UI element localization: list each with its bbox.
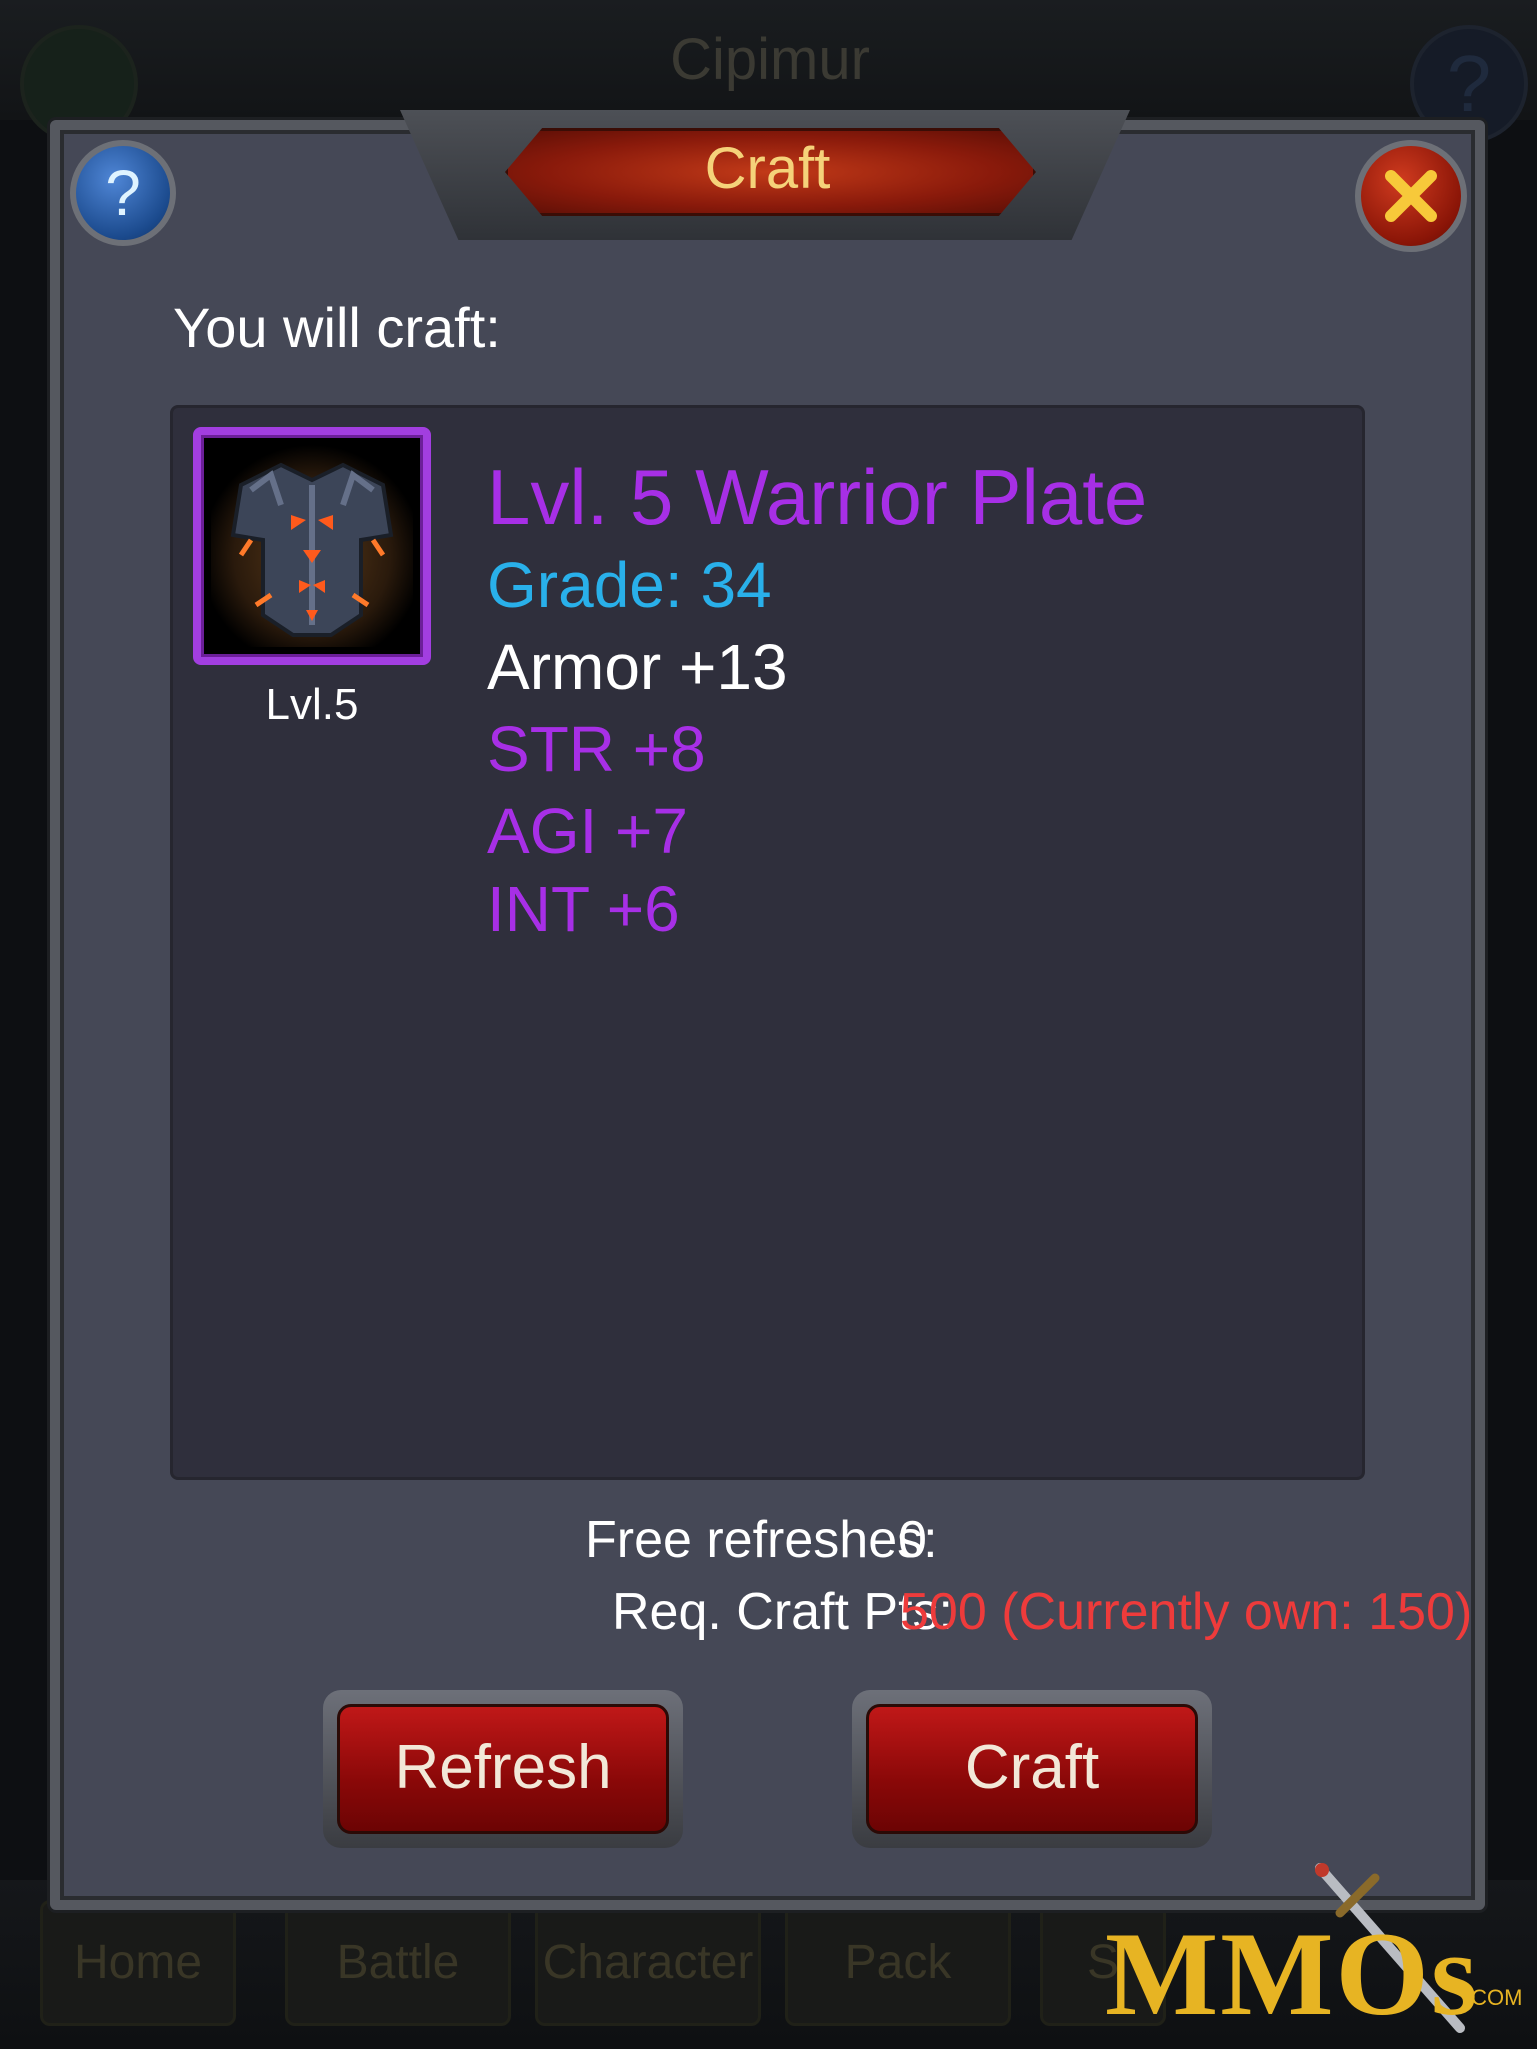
craft-heading: You will craft: [173, 296, 501, 359]
item-level-label: Lvl.5 [265, 680, 359, 729]
item-name: Lvl. 5 Warrior Plate [487, 453, 1148, 541]
req-craft-pts-value: 500 (Currently own: 150) [900, 1583, 1473, 1641]
warrior-plate-armor-icon [211, 445, 413, 647]
help-button[interactable]: ? [70, 140, 176, 246]
mmos-logo-suffix: .COM [1465, 1985, 1523, 2010]
stat-agi: AGI +7 [487, 795, 688, 867]
close-icon [1385, 170, 1437, 222]
nav-pack: Pack [785, 1900, 1011, 2026]
stat-str: STR +8 [487, 713, 706, 785]
item-grade: Grade: 34 [487, 549, 772, 621]
craft-button[interactable]: Craft [866, 1704, 1198, 1834]
item-slot[interactable] [193, 427, 431, 665]
question-icon: ? [105, 157, 141, 229]
refresh-button[interactable]: Refresh [337, 1704, 669, 1834]
craft-button-frame: Craft [852, 1690, 1212, 1848]
nav-battle: Battle [285, 1900, 511, 2026]
free-refreshes-value: 0 [898, 1511, 927, 1569]
nav-home: Home [40, 1900, 236, 2026]
free-refreshes-label: Free refreshes: [585, 1511, 938, 1569]
nav-character: Character [535, 1900, 761, 2026]
dialog-title: Craft [704, 136, 831, 201]
stat-armor: Armor +13 [487, 631, 788, 703]
close-button[interactable] [1355, 140, 1467, 252]
mmos-logo: MMOs [1105, 1907, 1480, 2040]
refresh-button-frame: Refresh [323, 1690, 683, 1848]
background-title: Cipimur [670, 27, 870, 92]
stat-int: INT +6 [487, 873, 680, 945]
